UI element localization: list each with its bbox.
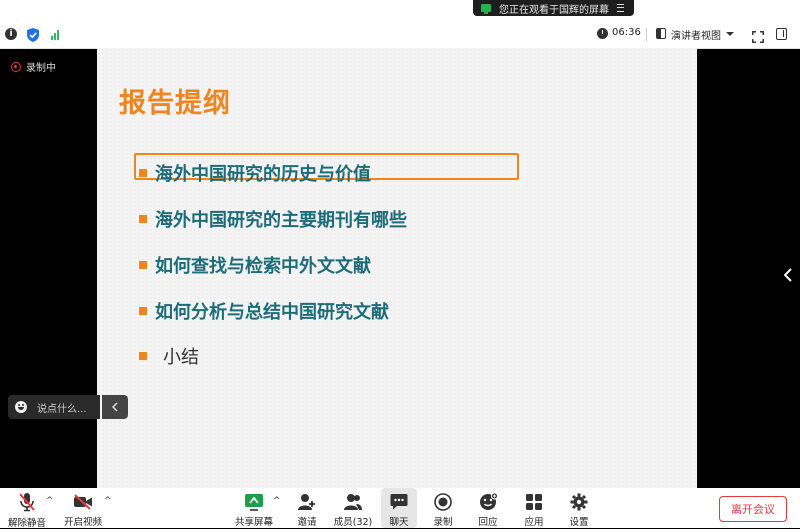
settings-button[interactable]: 设置 (567, 488, 591, 528)
chevron-down-icon[interactable] (726, 32, 734, 36)
side-panel-icon[interactable] (776, 28, 787, 40)
invite-label: 邀请 (297, 517, 317, 528)
screen-share-icon (481, 4, 491, 14)
slide-bullet: 小结 (139, 343, 199, 369)
meeting-timer: 06:36 (612, 27, 641, 38)
record-icon (433, 492, 453, 511)
apps-button[interactable]: 应用 (522, 488, 546, 528)
menu-icon[interactable] (617, 4, 624, 12)
record-dot-icon (11, 61, 21, 72)
start-video-label: 开启视频 (63, 517, 102, 528)
reactions-label: 回应 (478, 517, 498, 528)
participants-button[interactable]: 成员(32) (333, 488, 373, 528)
chat-input[interactable]: 说点什么... (8, 395, 100, 419)
apps-grid-icon (524, 492, 544, 511)
toolbar-divider (646, 28, 647, 41)
slide-bullet: 如何分析与总结中国研究文献 (139, 298, 389, 324)
info-icon[interactable]: i (5, 28, 17, 40)
collapse-chat-button[interactable] (102, 395, 128, 419)
invite-button[interactable]: 邀请 (294, 488, 320, 528)
title-strip (0, 0, 800, 22)
chat-label: 聊天 (389, 517, 409, 528)
signal-icon[interactable] (51, 28, 59, 40)
speaker-view-icon[interactable] (656, 28, 666, 39)
screen-share-banner[interactable]: 您正在观看于国辉的屏幕 (473, 0, 634, 16)
slide-bullet: 海外中国研究的主要期刊有哪些 (139, 206, 407, 232)
participants-label: 成员(32) (333, 517, 373, 528)
audio-options-caret-icon[interactable]: ^ (46, 496, 54, 506)
unmute-button[interactable]: 解除静音 (6, 488, 48, 529)
recording-indicator: 录制中 (11, 59, 56, 74)
unmute-label: 解除静音 (7, 518, 46, 529)
leave-meeting-button[interactable]: 离开会议 (719, 496, 787, 522)
chat-placeholder: 说点什么... (37, 403, 87, 415)
emoji-icon[interactable] (15, 401, 27, 413)
bullet-square-icon (139, 169, 147, 177)
bullet-square-icon (139, 307, 147, 315)
reaction-smile-icon (478, 492, 498, 511)
settings-label: 设置 (569, 517, 589, 528)
chat-quick-bar: 说点什么... (8, 395, 128, 419)
recording-label: 录制中 (26, 63, 56, 74)
meeting-top-toolbar: i 06:36 演讲者视图 (0, 22, 800, 49)
chat-button[interactable]: 聊天 (381, 488, 417, 528)
shared-slide: 报告提纲 海外中国研究的历史与价值 海外中国研究的主要期刊有哪些 如何查找与检索… (97, 48, 697, 488)
bullet-square-icon (139, 215, 147, 223)
record-label: 录制 (433, 517, 453, 528)
meeting-controls-bar: 解除静音 ^ 开启视频 ^ 共享屏幕 ^ 邀请 成员(32) 聊天 录制 回应 … (0, 488, 800, 529)
clock-icon (597, 28, 608, 39)
share-screen-label: 共享屏幕 (234, 517, 273, 528)
camera-off-icon (73, 492, 93, 511)
bullet-square-icon (139, 261, 147, 269)
record-button[interactable]: 录制 (431, 488, 455, 528)
fullscreen-icon[interactable] (752, 28, 764, 43)
share-options-caret-icon[interactable]: ^ (273, 496, 281, 506)
slide-title: 报告提纲 (119, 88, 231, 119)
video-options-caret-icon[interactable]: ^ (104, 496, 112, 506)
slide-bullet: 海外中国研究的历史与价值 (139, 160, 371, 186)
reactions-button[interactable]: 回应 (476, 488, 500, 528)
invite-icon (297, 492, 317, 511)
slide-bullet: 如何查找与检索中外文文献 (139, 252, 371, 278)
apps-label: 应用 (524, 517, 544, 528)
share-screen-button[interactable]: 共享屏幕 (232, 488, 276, 528)
chevron-left-icon (112, 402, 118, 412)
start-video-button[interactable]: 开启视频 (62, 488, 104, 528)
microphone-muted-icon (17, 492, 37, 512)
share-banner-text: 您正在观看于国辉的屏幕 (499, 4, 609, 16)
gear-icon (569, 492, 589, 511)
participants-icon (343, 492, 363, 511)
shield-icon[interactable] (27, 27, 39, 46)
view-mode-label[interactable]: 演讲者视图 (671, 27, 721, 42)
chevron-left-icon[interactable] (783, 267, 792, 282)
share-screen-icon (244, 492, 264, 511)
chat-icon (389, 492, 409, 511)
bullet-square-icon (139, 352, 147, 360)
